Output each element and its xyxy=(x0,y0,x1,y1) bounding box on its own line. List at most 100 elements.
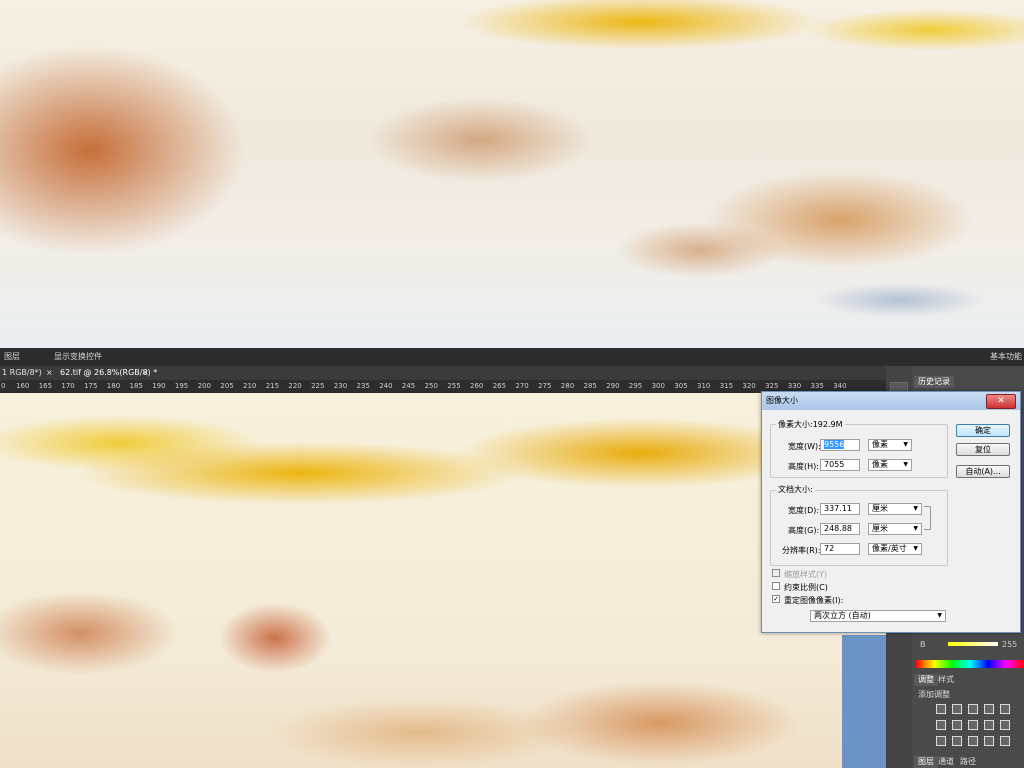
pixel-height-field[interactable]: 7055 xyxy=(820,459,860,471)
ruler-tick-label: 300 xyxy=(651,382,665,390)
ruler-tick-label: 270 xyxy=(515,382,529,390)
ruler-tick-label: 310 xyxy=(697,382,711,390)
exposure-icon[interactable] xyxy=(984,704,994,714)
tab-paths[interactable]: 路径 xyxy=(956,756,980,768)
pixel-height-unit[interactable]: 像素 ▼ xyxy=(868,459,912,471)
tab-doc1[interactable]: 1 RGB/8*) xyxy=(2,368,42,378)
levels-icon[interactable] xyxy=(952,704,962,714)
ruler-tick-label: 205 xyxy=(220,382,234,390)
options-item[interactable]: 图层 xyxy=(4,352,20,362)
resample-label: 重定图像像素(I): xyxy=(784,596,844,605)
posterize-icon[interactable] xyxy=(952,736,962,746)
slider-value: 255 xyxy=(1002,640,1018,649)
ruler-tick-label: 265 xyxy=(492,382,507,390)
image-size-dialog: 图像大小 ✕ 像素大小:192.9M 宽度(W): 9556 像素 ▼ 高度(H)… xyxy=(761,391,1021,633)
ruler-tick-label: 160 xyxy=(16,382,30,390)
ruler-tick-label: 320 xyxy=(742,382,756,390)
ruler-tick-label: 260 xyxy=(470,382,484,390)
close-icon[interactable]: × xyxy=(46,368,53,378)
ruler-tick-label: 215 xyxy=(265,382,280,390)
ruler-tick-label: 230 xyxy=(333,382,348,390)
add-adjustment-label: 添加调整 xyxy=(918,690,950,699)
huesat-icon[interactable] xyxy=(936,720,946,730)
close-icon[interactable]: ✕ xyxy=(986,394,1016,409)
pixel-width-unit[interactable]: 像素 ▼ xyxy=(868,439,912,451)
ruler-tick-label: 180 xyxy=(106,382,121,390)
scale-styles-checkbox[interactable] xyxy=(772,569,780,577)
resample-checkbox[interactable]: ✓ xyxy=(772,595,780,603)
resolution-label: 分辨率(R): xyxy=(782,546,821,555)
ruler-tick-label: 235 xyxy=(356,382,370,390)
doc-width-field[interactable]: 337.11 xyxy=(820,503,860,515)
ruler-tick-label: 290 xyxy=(606,382,620,390)
invert-icon[interactable] xyxy=(936,736,946,746)
slider-label-b: B xyxy=(920,640,926,649)
canvas-background xyxy=(842,635,886,768)
resolution-unit[interactable]: 像素/英寸 ▼ xyxy=(868,543,922,555)
curves-icon[interactable] xyxy=(968,704,978,714)
ruler-tick-label: 165 xyxy=(38,382,53,390)
close-icon[interactable]: × xyxy=(142,368,149,378)
ruler-tick-label: 295 xyxy=(628,382,643,390)
ruler-tick-label: 220 xyxy=(288,382,302,390)
ruler-tick-label: 190 xyxy=(152,382,166,390)
width-label: 宽度(W): xyxy=(788,442,821,451)
preview-image xyxy=(0,0,1024,348)
gradientmap-icon[interactable] xyxy=(984,736,994,746)
selectivecolor-icon[interactable] xyxy=(1000,736,1010,746)
photofilter-icon[interactable] xyxy=(984,720,994,730)
ruler-tick-label: 250 xyxy=(424,382,438,390)
document-tabs: 1 RGB/8*) × 62.tif @ 26.8%(RGB/8) * × xyxy=(0,366,1024,380)
ruler-tick-label: 200 xyxy=(197,382,211,390)
workspace-label[interactable]: 基本功能 xyxy=(990,352,1022,362)
document-canvas[interactable] xyxy=(0,393,886,768)
doc-height-unit[interactable]: 厘米 ▼ xyxy=(868,523,922,535)
doc-width-label: 宽度(D): xyxy=(788,506,820,515)
ruler-tick-label: 195 xyxy=(174,382,189,390)
color-ramp[interactable] xyxy=(916,660,1024,668)
scale-styles-label: 缩放样式(Y) xyxy=(784,570,828,579)
show-transform-controls[interactable]: 显示变换控件 xyxy=(54,352,102,362)
ruler-tick-label: 280 xyxy=(560,382,575,390)
ruler-tick-label: 305 xyxy=(674,382,688,390)
tab-styles[interactable]: 样式 xyxy=(934,674,958,686)
ruler-tick-label: 325 xyxy=(765,382,779,390)
ok-button[interactable]: 确定 xyxy=(956,424,1010,437)
ruler-tick-label: 210 xyxy=(243,382,257,390)
bw-icon[interactable] xyxy=(968,720,978,730)
brightness-icon[interactable] xyxy=(936,704,946,714)
pixel-size-label: 像素大小:192.9M xyxy=(776,419,845,430)
constrain-link-icon xyxy=(924,506,931,530)
ruler-tick-label: 175 xyxy=(84,382,98,390)
tab-history[interactable]: 历史记录 xyxy=(914,376,954,388)
doc-width-unit[interactable]: 厘米 ▼ xyxy=(868,503,922,515)
dialog-titlebar[interactable]: 图像大小 ✕ xyxy=(762,392,1020,410)
color-slider[interactable] xyxy=(948,642,998,646)
doc-height-field[interactable]: 248.88 xyxy=(820,523,860,535)
colorbalance-icon[interactable] xyxy=(952,720,962,730)
tab-channels[interactable]: 通道 xyxy=(934,756,958,768)
document-size-label: 文档大小: xyxy=(776,484,815,495)
resample-method-select[interactable]: 两次立方 (自动) ▼ xyxy=(810,610,946,622)
doc-height-label: 高度(G): xyxy=(788,526,820,535)
ruler-tick-label: 315 xyxy=(719,382,734,390)
channelmixer-icon[interactable] xyxy=(1000,720,1010,730)
constrain-proportions-checkbox[interactable] xyxy=(772,582,780,590)
ruler-tick-label: 335 xyxy=(810,382,824,390)
auto-button[interactable]: 自动(A)... xyxy=(956,465,1010,478)
options-bar: 图层 显示变换控件 基本功能 xyxy=(0,348,1024,366)
pixel-width-field[interactable]: 9556 xyxy=(820,439,860,451)
ruler-tick-label: 255 xyxy=(447,382,461,390)
reset-button[interactable]: 复位 xyxy=(956,443,1010,456)
resolution-field[interactable]: 72 xyxy=(820,543,860,555)
dialog-title: 图像大小 xyxy=(766,396,798,405)
ruler-tick-label: 275 xyxy=(538,382,552,390)
ruler-tick-label: 240 xyxy=(379,382,393,390)
height-label: 高度(H): xyxy=(788,462,819,471)
ruler-tick-label: 340 xyxy=(833,382,847,390)
ruler-tick-label: 245 xyxy=(401,382,416,390)
threshold-icon[interactable] xyxy=(968,736,978,746)
ruler-tick-label: 0 xyxy=(1,382,6,390)
ruler-tick-label: 225 xyxy=(311,382,325,390)
vibrance-icon[interactable] xyxy=(1000,704,1010,714)
